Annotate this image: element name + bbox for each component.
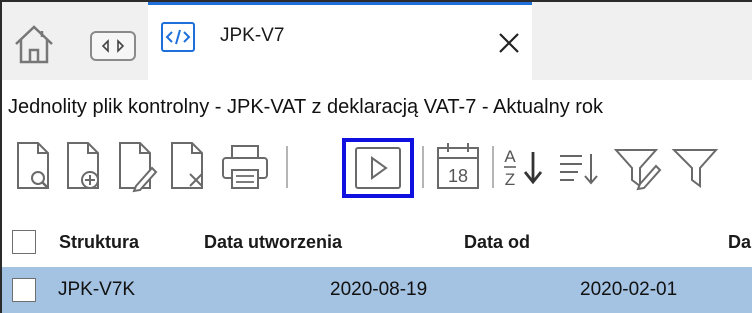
cell-data-utworzenia: 2020-08-19 bbox=[330, 279, 428, 300]
svg-text:18: 18 bbox=[448, 166, 468, 186]
close-icon[interactable] bbox=[496, 30, 522, 56]
toolbar: 18 A Z bbox=[2, 138, 752, 200]
filter-edit-icon[interactable] bbox=[612, 140, 664, 194]
delete-document-icon[interactable] bbox=[166, 140, 210, 194]
code-icon bbox=[161, 22, 195, 52]
toolbar-separator bbox=[422, 146, 424, 188]
column-header-struktura[interactable]: Struktura bbox=[59, 232, 139, 253]
add-document-icon[interactable] bbox=[62, 140, 106, 194]
home-icon[interactable] bbox=[12, 22, 56, 66]
sort-az-icon[interactable]: A Z bbox=[500, 140, 550, 194]
cell-data-od: 2020-02-01 bbox=[580, 279, 678, 300]
filter-icon[interactable] bbox=[670, 140, 720, 194]
calendar-icon[interactable]: 18 bbox=[434, 140, 482, 194]
toolbar-separator bbox=[286, 146, 288, 188]
svg-text:Z: Z bbox=[505, 170, 515, 189]
column-header-data-do[interactable]: Da bbox=[728, 232, 751, 253]
table-row[interactable]: JPK-V7K 2020-08-19 2020-02-01 bbox=[2, 267, 752, 313]
grid-header: Struktura Data utworzenia Data od Da bbox=[2, 222, 752, 262]
run-play-icon[interactable] bbox=[352, 144, 404, 192]
toolbar-separator bbox=[492, 146, 494, 188]
row-checkbox[interactable] bbox=[12, 278, 36, 302]
svg-text:A: A bbox=[504, 147, 516, 166]
preview-document-icon[interactable] bbox=[12, 140, 56, 194]
column-header-data-od[interactable]: Data od bbox=[464, 232, 530, 253]
tab-label: JPK-V7 bbox=[220, 25, 285, 46]
sort-lines-icon[interactable] bbox=[554, 140, 604, 194]
left-right-arrows-icon bbox=[101, 39, 125, 53]
print-icon[interactable] bbox=[218, 140, 272, 194]
edit-document-icon[interactable] bbox=[114, 140, 158, 194]
select-all-checkbox[interactable] bbox=[12, 230, 36, 254]
tab-navigation-button[interactable] bbox=[90, 31, 136, 61]
column-header-data-utworzenia[interactable]: Data utworzenia bbox=[204, 232, 342, 253]
tab-bar: JPK-V7 bbox=[2, 2, 752, 80]
page-subtitle: Jednolity plik kontrolny - JPK-VAT z dek… bbox=[8, 96, 604, 118]
tab-jpk-v7[interactable]: JPK-V7 bbox=[148, 2, 532, 80]
cell-struktura: JPK-V7K bbox=[58, 279, 136, 300]
